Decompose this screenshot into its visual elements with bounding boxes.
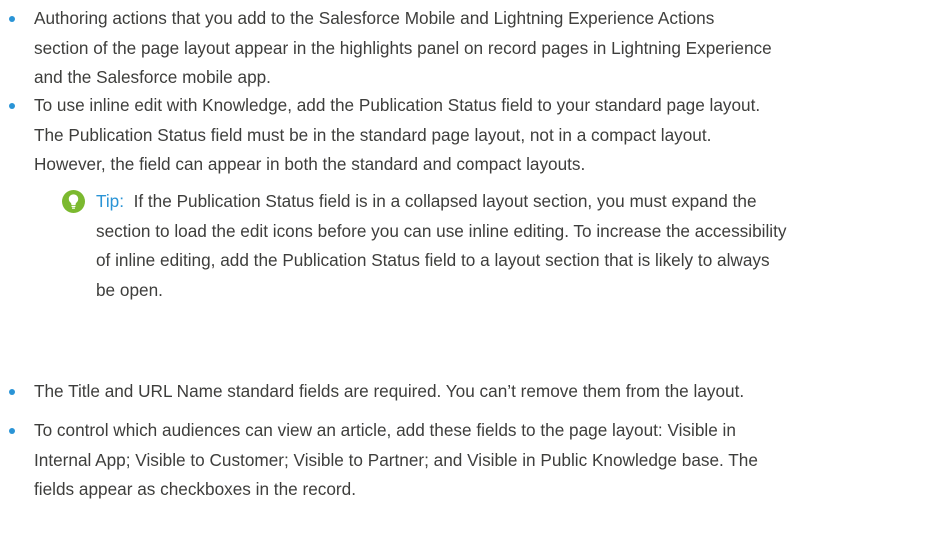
text-line: fields appear as checkboxes in the recor… [34, 479, 356, 499]
text-line: Internal App; Visible to Customer; Visib… [34, 449, 758, 470]
bullet-dot [9, 389, 15, 395]
document-page: Authoring actions that you add to the Sa… [0, 0, 951, 539]
bullet-text: To control which audiences can view an a… [34, 416, 951, 505]
bullet-dot [9, 103, 15, 109]
text-line: The Title and URL Name standard fields a… [34, 381, 745, 401]
text-line: be open. [96, 279, 163, 300]
text-line: section to load the edit icons before yo… [96, 220, 787, 241]
text-line: Authoring actions that you add to the Sa… [34, 8, 715, 28]
lightbulb-icon [62, 190, 85, 213]
tip-text: Tip: If the Publication Status field is … [96, 187, 786, 305]
text-line: However, the field can appear in both th… [34, 154, 586, 174]
bullet-text: To use inline edit with Knowledge, add t… [34, 91, 951, 180]
text-line: of inline editing, add the Publication S… [96, 250, 770, 270]
bullet-dot [9, 16, 15, 22]
text-line: To use inline edit with Knowledge, add t… [34, 95, 761, 115]
bullet-text: Authoring actions that you add to the Sa… [34, 4, 951, 93]
text-line: To control which audiences can view an a… [34, 420, 736, 440]
text-line: The Publication Status field must be in … [34, 124, 712, 145]
text-line: section of the page layout appear in the… [34, 37, 772, 58]
text-line: and the Salesforce mobile app. [34, 67, 271, 87]
bullet-text: The Title and URL Name standard fields a… [34, 377, 951, 407]
text-line: Tip: If the Publication Status field is … [96, 187, 786, 217]
bullet-dot [9, 428, 15, 434]
tip-first-line: If the Publication Status field is in a … [133, 191, 757, 211]
tip-label: Tip: [96, 191, 125, 211]
